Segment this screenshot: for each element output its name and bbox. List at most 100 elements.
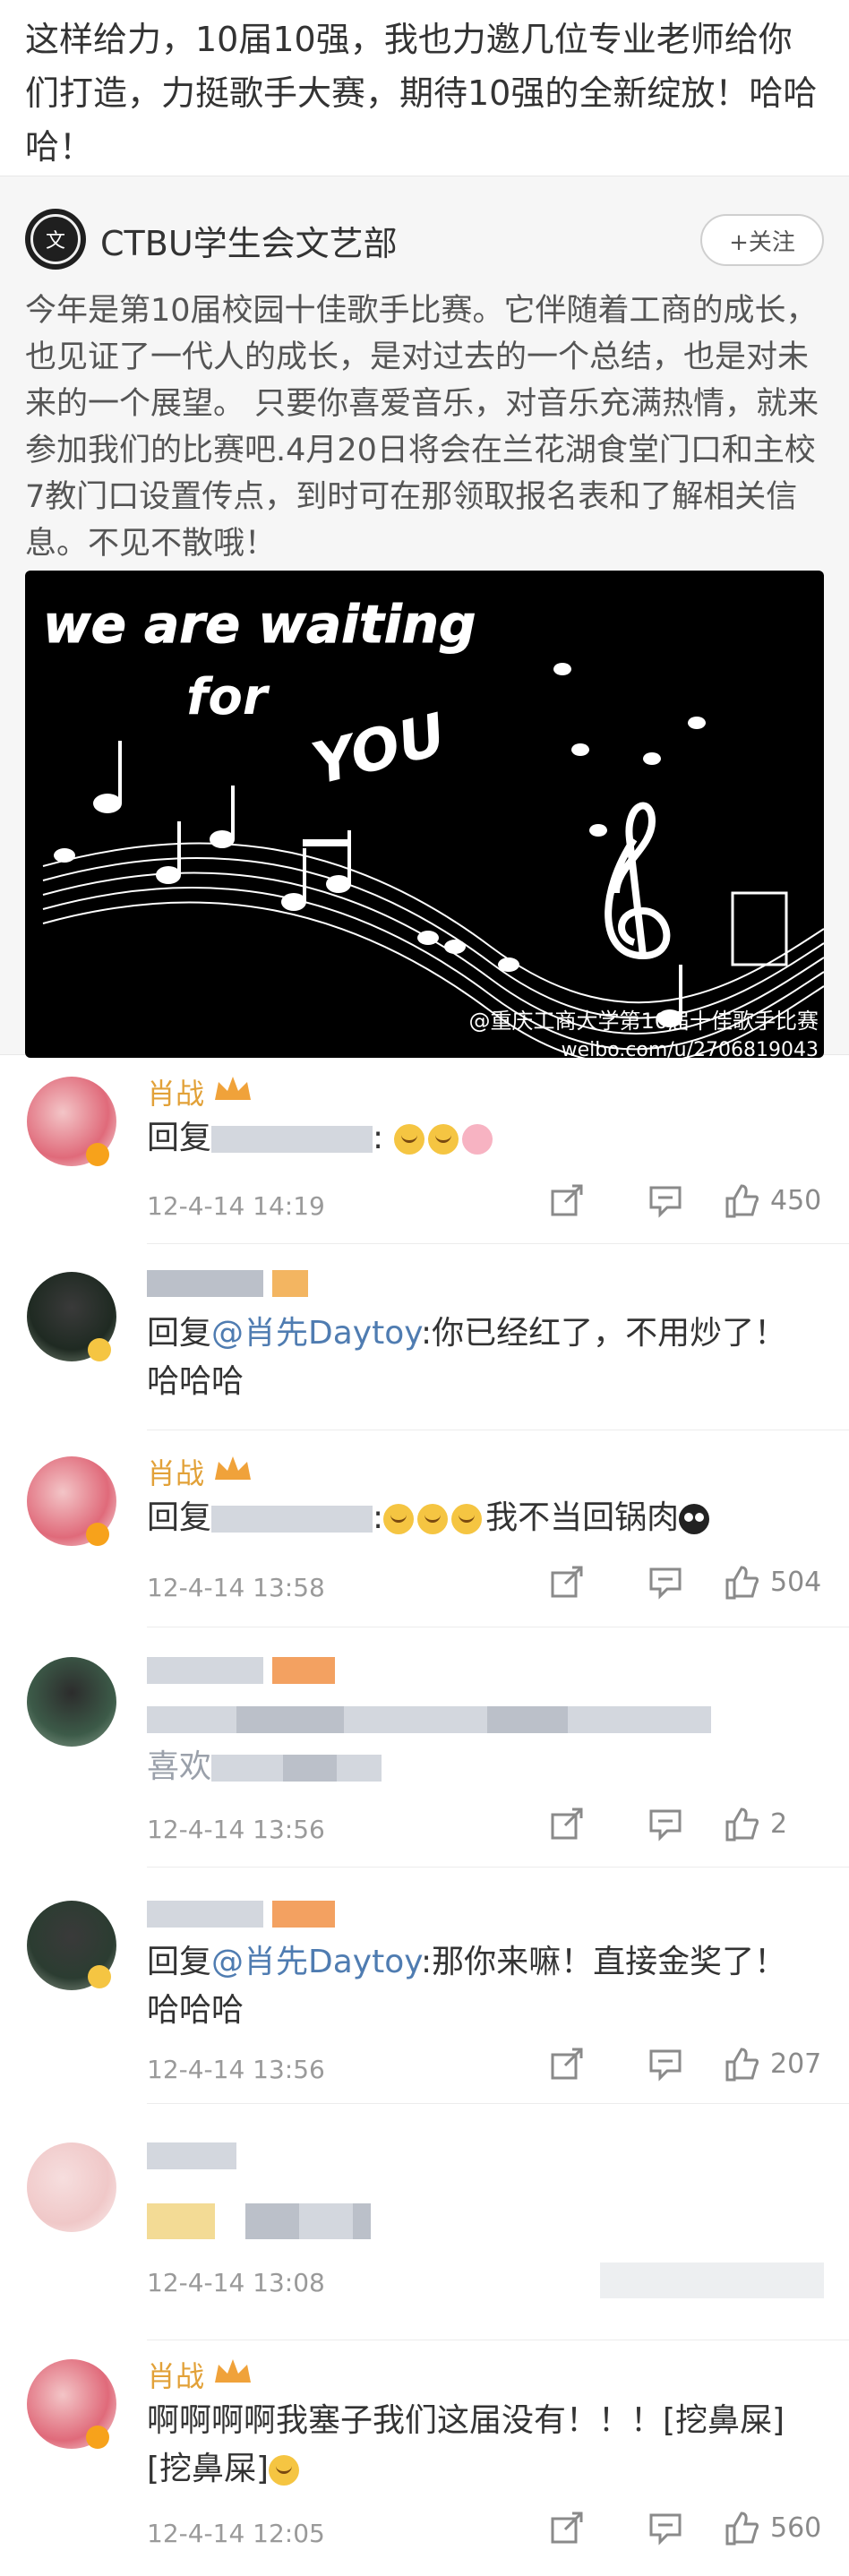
commenter-name[interactable]: 肖战: [147, 2354, 204, 2395]
emoji-icon: [451, 1504, 483, 1534]
comment-button[interactable]: [616, 1806, 715, 1842]
avatar[interactable]: [27, 1657, 116, 1747]
comment-button[interactable]: [616, 1182, 715, 1218]
image-line2: for: [186, 668, 270, 726]
like-button[interactable]: 560: [724, 2510, 824, 2546]
like-count: 560: [770, 2512, 822, 2544]
crown-icon: [215, 1456, 251, 1480]
reply-prefix: 回复: [147, 1120, 212, 1156]
verified-icon: [86, 1143, 109, 1166]
share-icon: [551, 1566, 583, 1598]
emoji-icon: [269, 2455, 300, 2486]
reply-prefix: 回复: [147, 1944, 212, 1980]
comment-body: 啊啊啊啊我塞子我们这届没有！！！[挖鼻屎][挖鼻屎]: [147, 2402, 785, 2487]
like-icon: [725, 1566, 759, 1600]
repost-author[interactable]: CTBU学生会文艺部: [100, 216, 398, 265]
share-button[interactable]: [518, 2510, 616, 2546]
repost-body: 今年是第10届校园十佳歌手比赛。它伴随着工商的成长，也见证了一代人的成长，是对过…: [25, 293, 819, 562]
share-button[interactable]: [518, 1564, 616, 1600]
blurred-mention: [211, 1126, 373, 1153]
like-button[interactable]: 207: [724, 2046, 824, 2082]
like-button[interactable]: 2: [724, 1806, 824, 1842]
like-count: 450: [770, 1184, 822, 1216]
avatar[interactable]: [27, 2142, 116, 2232]
verified-icon: [86, 2426, 109, 2449]
like-count: 2: [770, 1807, 788, 1840]
blurred-actions: [600, 2263, 824, 2298]
crown-icon: [215, 1077, 251, 1100]
emoji-icon: [383, 1504, 415, 1534]
comment-item[interactable]: 12-4-14 13:08: [0, 2107, 849, 2341]
comment-text: 喜欢: [147, 1695, 801, 1791]
comment-time: 12-4-14 13:58: [147, 1573, 325, 1602]
emoji-icon: [417, 1504, 449, 1534]
comment-time: 12-4-14 12:05: [147, 2519, 325, 2548]
comment-item[interactable]: 肖战 回复: 12-4-14 14:19 450: [0, 1057, 849, 1245]
commenter-name[interactable]: [147, 1265, 309, 1299]
comment-icon: [649, 2049, 682, 2082]
comment-text: 啊啊啊啊我塞子我们这届没有！！！[挖鼻屎][挖鼻屎]: [147, 2397, 801, 2494]
comment-icon: [649, 1809, 682, 1842]
share-button[interactable]: [518, 1182, 616, 1218]
commenter-name[interactable]: 肖战: [147, 1071, 204, 1112]
comment-item[interactable]: 回复@肖先Daytoy:你已经红了，不用炒了！哈哈哈: [0, 1247, 849, 1431]
comment-item[interactable]: 肖战 回复: 我不当回锅肉 12-4-14 13:58 504: [0, 1433, 849, 1628]
comment-icon: [649, 1567, 682, 1600]
repost-avatar[interactable]: 文: [25, 209, 86, 270]
repost-image[interactable]: we are waiting for YOU @重庆工商大学第10届十佳歌手比赛…: [25, 571, 824, 1058]
music-staff-graphic: we are waiting for YOU: [43, 594, 824, 1058]
comment-body: 喜欢: [147, 1748, 212, 1785]
comment-icon: [649, 1186, 682, 1218]
verified-icon: [88, 1338, 111, 1361]
like-count: 207: [770, 2048, 822, 2080]
emoji-icon: [427, 1124, 459, 1155]
reply-prefix: 回复: [147, 1315, 212, 1352]
repost-card[interactable]: 文 CTBU学生会文艺部 +关注 今年是第10届校园十佳歌手比赛。它伴随着工商的…: [0, 176, 849, 1058]
like-button[interactable]: 504: [724, 1564, 824, 1600]
comment-text: 回复:: [147, 1114, 801, 1163]
verified-icon: [88, 1965, 111, 1988]
like-icon: [725, 1807, 759, 1842]
share-icon: [551, 1807, 583, 1840]
comment-text: 回复: 我不当回锅肉: [147, 1494, 801, 1542]
image-line1: we are waiting: [43, 594, 476, 655]
comment-time: 12-4-14 13:08: [147, 2268, 325, 2297]
comment-button[interactable]: [616, 2046, 715, 2082]
comment-item[interactable]: 回复@肖先Daytoy:那你来嘛！直接金奖了！哈哈哈 12-4-14 13:56…: [0, 1870, 849, 2105]
commenter-name[interactable]: [147, 2137, 236, 2171]
comment-mention[interactable]: @肖先Daytoy: [211, 1315, 421, 1352]
like-icon: [725, 1184, 759, 1218]
share-button[interactable]: [518, 1806, 616, 1842]
comment-item[interactable]: 肖战 啊啊啊啊我塞子我们这届没有！！！[挖鼻屎][挖鼻屎] 12-4-14 12…: [0, 2343, 849, 2576]
image-line3: YOU: [305, 701, 452, 798]
share-icon: [551, 2048, 583, 2080]
image-watermark-url: weibo.com/u/2706819043: [561, 1039, 819, 1058]
panda-emoji-icon: [679, 1504, 710, 1534]
comment-time: 12-4-14 14:19: [147, 1191, 325, 1221]
comment-text: 回复@肖先Daytoy:那你来嘛！直接金奖了！哈哈哈: [147, 1938, 801, 2035]
like-icon: [725, 2048, 759, 2082]
share-icon: [551, 1184, 583, 1216]
comment-time: 12-4-14 13:56: [147, 1815, 325, 1844]
comment-icon: [649, 2513, 682, 2546]
commenter-name[interactable]: [147, 1895, 336, 1929]
commenter-name[interactable]: 肖战: [147, 1451, 204, 1492]
comment-body: 我不当回锅肉: [485, 1499, 680, 1536]
crown-icon: [215, 2359, 251, 2383]
post-text: 这样给力，10届10强，我也力邀几位专业老师给你们打造，力挺歌手大赛，期待10强…: [25, 20, 818, 167]
image-watermark: @重庆工商大学第10届十佳歌手比赛: [468, 1009, 819, 1034]
pig-emoji-icon: [461, 1124, 493, 1155]
follow-button[interactable]: +关注: [700, 214, 824, 266]
share-button[interactable]: [518, 2046, 616, 2082]
like-button[interactable]: 450: [724, 1182, 824, 1218]
emoji-icon: [393, 1124, 424, 1155]
comment-item[interactable]: 喜欢 12-4-14 13:56 2: [0, 1630, 849, 1868]
comment-colon: :: [373, 1120, 384, 1156]
comment-button[interactable]: [616, 1564, 715, 1600]
comment-button[interactable]: [616, 2510, 715, 2546]
commenter-name[interactable]: [147, 1652, 336, 1686]
comment-time: 12-4-14 13:56: [147, 2055, 325, 2084]
share-icon: [551, 2512, 583, 2544]
comment-mention[interactable]: @肖先Daytoy: [211, 1944, 421, 1980]
comment-text: [147, 2196, 801, 2245]
